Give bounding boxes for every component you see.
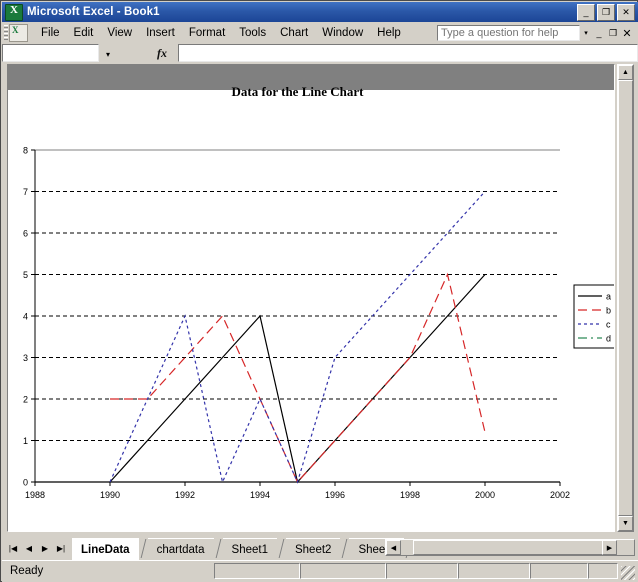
sheet-tab-chartdata[interactable]: chartdata [148,538,214,561]
menu-item-edit[interactable]: Edit [67,25,101,42]
name-box-input[interactable] [2,44,99,62]
document-close-button[interactable]: ✕ [620,26,634,41]
menu-item-help[interactable]: Help [370,25,408,42]
menu-bar: File Edit View Insert Format Tools Chart… [2,22,638,44]
x-tick-label: 1996 [325,490,345,500]
close-button[interactable]: ✕ [617,4,635,21]
menu-item-file[interactable]: File [34,25,67,42]
tab-separator [340,538,349,558]
y-tick-label: 8 [23,146,28,156]
sheet-tab-sheet2[interactable]: Sheet2 [286,538,340,561]
series-line-a[interactable] [110,275,485,483]
horizontal-scrollbar-thumb[interactable] [413,540,611,555]
document-restore-button[interactable]: ❐ [606,26,620,41]
tab-separator [277,538,286,558]
menu-item-view[interactable]: View [100,25,139,42]
name-box-chevron-down-icon[interactable]: ▾ [102,48,114,60]
scroll-up-button[interactable]: ▲ [618,65,633,80]
menu-item-insert[interactable]: Insert [139,25,182,42]
x-tick-label: 1988 [25,490,45,500]
chart-sheet[interactable]: Data for the Line Chart 0 1 2 3 4 5 6 7 8 1988 1990… [7,64,615,532]
maximize-button[interactable]: ❐ [597,4,615,21]
sheet-tab-bar: |◀ ◀ ▶ ▶| LineData chartdata Sheet1 Shee… [2,536,638,560]
y-tick-label: 1 [23,436,28,446]
status-panel [386,563,458,579]
status-panel [530,563,588,579]
y-tick-label: 0 [23,478,28,488]
y-tick-label: 5 [23,270,28,280]
x-tick-label: 2002 [550,490,570,500]
ask-a-question-input[interactable] [437,25,580,41]
status-panel [458,563,530,579]
document-minimize-button[interactable]: _ [592,26,606,41]
legend-label-d: d [606,334,611,344]
scroll-right-button[interactable]: ▶ [602,540,617,555]
y-tick-label: 4 [23,312,28,322]
previous-sheet-button[interactable]: ◀ [21,540,37,556]
y-tick-label: 6 [23,229,28,239]
ask-a-question-area: ▾ _ ❐ ✕ [437,25,638,41]
formula-bar: ▾ fx [2,44,638,63]
excel-window: Microsoft Excel - Book1 _ ❐ ✕ File Edit … [0,0,638,582]
horizontal-scrollbar[interactable]: ◀ ▶ [385,539,635,556]
legend-label-b: b [606,306,611,316]
menu-item-tools[interactable]: Tools [232,25,273,42]
insert-function-icon[interactable]: fx [157,46,167,61]
x-tick-label: 1992 [175,490,195,500]
sheet-tab-sheet1[interactable]: Sheet1 [223,538,277,561]
resize-grip-icon[interactable] [621,566,635,580]
chart-title: Data for the Line Chart [232,84,365,99]
menu-drag-handle[interactable] [4,25,8,41]
title-bar: Microsoft Excel - Book1 _ ❐ ✕ [2,2,638,22]
first-sheet-button[interactable]: |◀ [5,540,21,556]
status-panel [588,563,618,579]
worksheet-area: Data for the Line Chart 0 1 2 3 4 5 6 7 8 1988 1990… [2,63,638,536]
status-panel [300,563,386,579]
y-tick-label: 2 [23,395,28,405]
window-title: Microsoft Excel - Book1 [27,6,160,18]
tab-separator [214,538,223,558]
menu-item-window[interactable]: Window [315,25,370,42]
legend-label-c: c [606,320,611,330]
status-panel [214,563,300,579]
legend-label-a: a [606,292,611,302]
scroll-down-button[interactable]: ▼ [618,516,633,531]
menu-item-chart[interactable]: Chart [273,25,315,42]
sheet-tabs: LineData chartdata Sheet1 Sheet2 Sheet3 [72,538,413,561]
series-line-b[interactable] [110,275,485,483]
chevron-down-icon[interactable]: ▾ [580,25,592,41]
status-bar: Ready [2,560,638,582]
x-tick-label: 1994 [250,490,270,500]
sheet-nav-buttons: |◀ ◀ ▶ ▶| [5,540,69,556]
vertical-scrollbar-thumb[interactable] [618,80,633,516]
scroll-left-button[interactable]: ◀ [386,540,401,555]
window-controls: _ ❐ ✕ [577,4,635,21]
minimize-button[interactable]: _ [577,4,595,21]
x-tick-label: 1998 [400,490,420,500]
last-sheet-button[interactable]: ▶| [53,540,69,556]
menu-item-format[interactable]: Format [182,25,232,42]
status-text: Ready [10,565,43,577]
x-tick-label: 1990 [100,490,120,500]
y-tick-label: 7 [23,187,28,197]
next-sheet-button[interactable]: ▶ [37,540,53,556]
line-chart[interactable]: Data for the Line Chart 0 1 2 3 4 5 6 7 8 1988 1990… [8,65,614,531]
vertical-scrollbar[interactable]: ▲ ▼ [617,64,634,532]
excel-icon [5,4,23,21]
x-tick-label: 2000 [475,490,495,500]
sheet-tab-linedata[interactable]: LineData [72,538,139,561]
formula-input[interactable] [178,44,638,62]
y-tick-label: 3 [23,353,28,363]
document-icon[interactable] [9,24,28,42]
tab-separator [139,538,148,558]
